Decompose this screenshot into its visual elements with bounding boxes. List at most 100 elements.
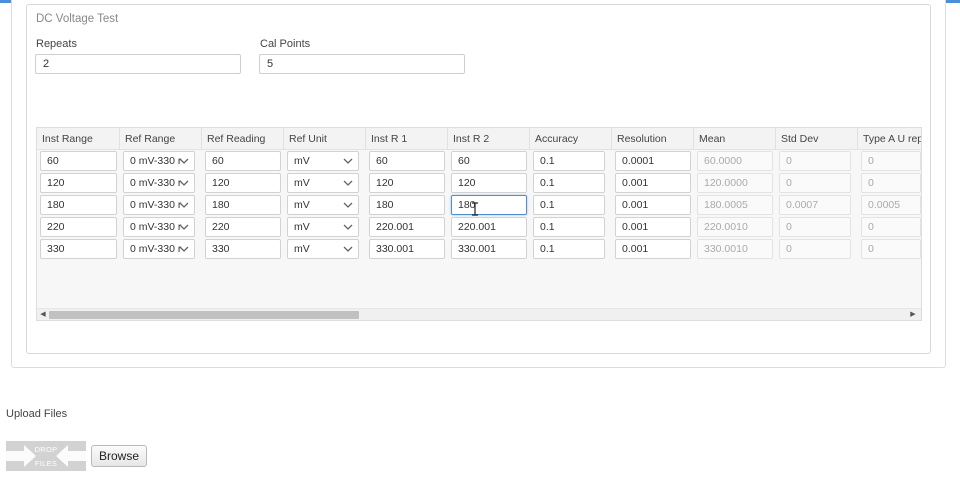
- resolution-cell[interactable]: 0.001: [615, 195, 691, 215]
- mean-cell: 220.0010: [697, 217, 773, 237]
- chevron-down-icon[interactable]: [178, 240, 190, 258]
- std-dev-value: 0: [786, 177, 792, 189]
- ref-reading-cell[interactable]: 60: [205, 151, 281, 171]
- std-dev-cell: 0: [779, 217, 851, 237]
- resolution-value: 0.001: [622, 221, 649, 233]
- inst-r1-cell[interactable]: 60: [369, 151, 445, 171]
- ref-reading-cell[interactable]: 180: [205, 195, 281, 215]
- std-dev-cell: 0: [779, 151, 851, 171]
- resolution-cell[interactable]: 0.0001: [615, 151, 691, 171]
- inst-r1-cell[interactable]: 120: [369, 173, 445, 193]
- resolution-value: 0.0001: [622, 155, 655, 167]
- inst-r2-cell[interactable]: 180: [451, 195, 527, 215]
- inst-r1-value: 330.001: [376, 243, 414, 255]
- chevron-down-icon[interactable]: [178, 196, 190, 214]
- inst-range-cell[interactable]: 330: [40, 239, 117, 259]
- mean-value: 60.0000: [704, 155, 742, 167]
- ref-unit-value: mV: [294, 199, 310, 211]
- ref-reading-value: 180: [212, 199, 230, 211]
- inst-r2-cell[interactable]: 330.001: [451, 239, 527, 259]
- accuracy-cell[interactable]: 0.1: [533, 173, 605, 193]
- ref-unit-select[interactable]: mV: [287, 217, 359, 237]
- scroll-thumb[interactable]: [49, 311, 359, 319]
- type-a-u-value: 0: [868, 243, 874, 255]
- inst-range-value: 60: [47, 155, 59, 167]
- mean-cell: 330.0010: [697, 239, 773, 259]
- inst-range-value: 120: [47, 177, 65, 189]
- inst-r2-cell[interactable]: 120: [451, 173, 527, 193]
- inst-r1-cell[interactable]: 330.001: [369, 239, 445, 259]
- inst-range-cell[interactable]: 120: [40, 173, 117, 193]
- ref-reading-cell[interactable]: 330: [205, 239, 281, 259]
- chevron-down-icon[interactable]: [178, 218, 190, 236]
- resolution-cell[interactable]: 0.001: [615, 173, 691, 193]
- std-dev-value: 0: [786, 243, 792, 255]
- std-dev-value: 0: [786, 155, 792, 167]
- chevron-down-icon[interactable]: [178, 152, 190, 170]
- column-header-ref-unit: Ref Unit: [284, 128, 366, 150]
- resolution-value: 0.001: [622, 243, 649, 255]
- mean-value: 120.0000: [704, 177, 748, 189]
- drop-text-line2: FILES: [34, 459, 58, 468]
- ref-unit-value: mV: [294, 177, 310, 189]
- std-dev-cell: 0: [779, 239, 851, 259]
- ref-range-select[interactable]: 0 mV-330 r: [123, 239, 195, 259]
- inst-range-cell[interactable]: 60: [40, 151, 117, 171]
- accuracy-cell[interactable]: 0.1: [533, 151, 605, 171]
- chevron-down-icon[interactable]: [342, 152, 354, 170]
- ref-range-select[interactable]: 0 mV-330 r: [123, 217, 195, 237]
- inst-r1-value: 180: [376, 199, 394, 211]
- type-a-u-cell: 0: [861, 173, 921, 193]
- chevron-down-icon[interactable]: [342, 196, 354, 214]
- inst-range-cell[interactable]: 180: [40, 195, 117, 215]
- cal-points-input[interactable]: 5: [259, 54, 465, 74]
- ref-reading-cell[interactable]: 120: [205, 173, 281, 193]
- column-header-accuracy: Accuracy: [530, 128, 612, 150]
- std-dev-value: 0.0007: [786, 199, 819, 211]
- ref-range-value: 0 mV-330 r: [130, 155, 182, 167]
- inst-r2-cell[interactable]: 60: [451, 151, 527, 171]
- browse-button[interactable]: Browse: [91, 445, 147, 467]
- std-dev-cell: 0: [779, 173, 851, 193]
- resolution-cell[interactable]: 0.001: [615, 217, 691, 237]
- inst-r2-cell[interactable]: 220.001: [451, 217, 527, 237]
- accuracy-cell[interactable]: 0.1: [533, 239, 605, 259]
- ref-reading-value: 60: [212, 155, 224, 167]
- accuracy-value: 0.1: [540, 221, 555, 233]
- chevron-down-icon[interactable]: [342, 174, 354, 192]
- scroll-left-icon[interactable]: ◀: [37, 309, 49, 320]
- ref-unit-select[interactable]: mV: [287, 173, 359, 193]
- column-header-inst-r2: Inst R 2: [448, 128, 530, 150]
- cal-points-label: Cal Points: [260, 38, 311, 50]
- drop-files-zone[interactable]: DROP FILES: [6, 441, 86, 471]
- ref-range-select[interactable]: 0 mV-330 r: [123, 173, 195, 193]
- ref-range-select[interactable]: 0 mV-330 r: [123, 151, 195, 171]
- calibration-grid: Inst Range Ref Range Ref Reading Ref Unit In…: [36, 127, 922, 321]
- chevron-down-icon[interactable]: [342, 240, 354, 258]
- ref-reading-value: 330: [212, 243, 230, 255]
- inst-r1-cell[interactable]: 180: [369, 195, 445, 215]
- ref-unit-select[interactable]: mV: [287, 239, 359, 259]
- column-header-type-a-u: Type A U repe: [858, 128, 921, 150]
- chevron-down-icon[interactable]: [178, 174, 190, 192]
- inst-r2-value: 220.001: [458, 221, 496, 233]
- chevron-down-icon[interactable]: [342, 218, 354, 236]
- inst-range-cell[interactable]: 220: [40, 217, 117, 237]
- ref-range-value: 0 mV-330 r: [130, 221, 182, 233]
- mean-value: 180.0005: [704, 199, 748, 211]
- resolution-cell[interactable]: 0.001: [615, 239, 691, 259]
- accuracy-cell[interactable]: 0.1: [533, 195, 605, 215]
- scroll-right-icon[interactable]: ▶: [907, 309, 919, 320]
- horizontal-scrollbar[interactable]: ◀ ▶: [37, 308, 921, 320]
- type-a-u-value: 0: [868, 221, 874, 233]
- repeats-input[interactable]: 2: [35, 54, 241, 74]
- ref-range-select[interactable]: 0 mV-330 r: [123, 195, 195, 215]
- ref-unit-select[interactable]: mV: [287, 151, 359, 171]
- ref-reading-cell[interactable]: 220: [205, 217, 281, 237]
- ref-unit-select[interactable]: mV: [287, 195, 359, 215]
- column-header-std-dev: Std Dev: [776, 128, 858, 150]
- mean-cell: 120.0000: [697, 173, 773, 193]
- accuracy-cell[interactable]: 0.1: [533, 217, 605, 237]
- inst-r1-cell[interactable]: 220.001: [369, 217, 445, 237]
- repeats-label: Repeats: [36, 38, 77, 50]
